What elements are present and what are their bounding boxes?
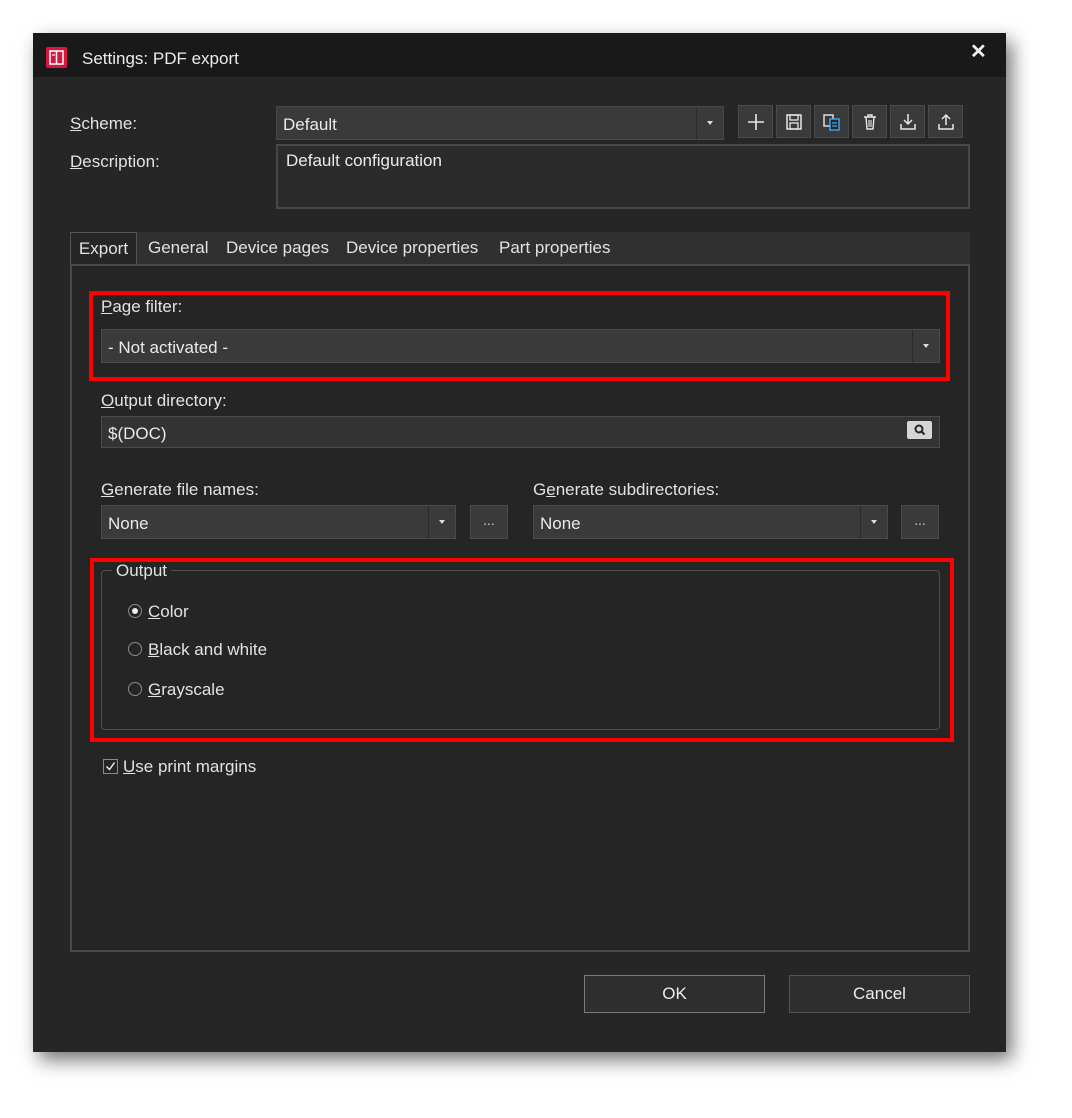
use-print-margins-checkbox[interactable] <box>103 759 118 774</box>
generate-file-names-label: Generate file names: <box>101 480 259 499</box>
scheme-dropdown[interactable]: Default <box>276 106 724 140</box>
delete-scheme-button[interactable] <box>852 105 887 138</box>
black-and-white-radio[interactable] <box>128 642 142 656</box>
ok-button[interactable]: OK <box>584 975 765 1013</box>
output-directory-value: $(DOC) <box>108 424 167 443</box>
tab-general[interactable]: General <box>148 232 208 264</box>
page-filter-value: - Not activated - <box>108 338 228 357</box>
app-icon <box>46 47 67 68</box>
scheme-value: Default <box>283 115 337 134</box>
black-and-white-radio-label[interactable]: Black and white <box>148 640 267 660</box>
scheme-label: Scheme: <box>70 114 138 133</box>
subdirectories-more-button[interactable]: ... <box>901 505 939 539</box>
chevron-down-icon <box>696 107 723 139</box>
page-filter-dropdown[interactable]: - Not activated - <box>101 329 940 363</box>
tab-export[interactable]: Export <box>70 232 137 264</box>
cancel-button[interactable]: Cancel <box>789 975 970 1013</box>
delete-icon <box>864 114 876 130</box>
generate-subdirectories-label: Generate subdirectories: <box>533 480 720 499</box>
generate-subdirectories-value: None <box>540 514 581 533</box>
color-radio-label[interactable]: Color <box>148 602 189 622</box>
chevron-down-icon <box>860 506 887 538</box>
generate-file-names-dropdown[interactable]: None <box>101 505 456 539</box>
chevron-down-icon <box>912 330 939 362</box>
description-value: Default configuration <box>286 151 442 170</box>
color-radio[interactable] <box>128 604 142 618</box>
close-button[interactable]: ✕ <box>970 39 987 64</box>
add-icon <box>748 114 764 130</box>
checkmark-icon <box>105 762 116 771</box>
import-icon <box>900 114 916 130</box>
settings-dialog: Settings: PDF export ✕ Scheme: Default D… <box>33 33 1006 1052</box>
grayscale-radio[interactable] <box>128 682 142 696</box>
search-icon <box>914 424 926 436</box>
tab-part-properties[interactable]: Part properties <box>499 232 611 264</box>
description-label: Description: <box>70 152 160 171</box>
title-bar: Settings: PDF export ✕ <box>33 33 1006 77</box>
browse-directory-button[interactable] <box>907 421 932 439</box>
chevron-down-icon <box>428 506 455 538</box>
page-filter-label: Page filter: <box>101 297 183 316</box>
add-scheme-button[interactable] <box>738 105 773 138</box>
copy-scheme-button[interactable] <box>814 105 849 138</box>
tab-strip: Export General Device pages Device prope… <box>70 232 970 264</box>
grayscale-radio-label[interactable]: Grayscale <box>148 680 225 700</box>
save-icon <box>786 114 802 130</box>
description-field[interactable]: Default configuration <box>276 144 970 209</box>
import-scheme-button[interactable] <box>890 105 925 138</box>
export-scheme-button[interactable] <box>928 105 963 138</box>
window-title: Settings: PDF export <box>82 49 239 68</box>
output-group-title: Output <box>112 561 172 581</box>
use-print-margins-label[interactable]: Use print margins <box>123 757 256 777</box>
save-scheme-button[interactable] <box>776 105 811 138</box>
export-icon <box>938 113 954 130</box>
generate-subdirectories-dropdown[interactable]: None <box>533 505 888 539</box>
tab-device-properties[interactable]: Device properties <box>346 232 478 264</box>
generate-file-names-value: None <box>108 514 149 533</box>
tab-device-pages[interactable]: Device pages <box>226 232 329 264</box>
output-directory-label: Output directory: <box>101 391 227 410</box>
copy-icon <box>823 114 840 131</box>
output-directory-field[interactable]: $(DOC) <box>101 416 940 448</box>
file-names-more-button[interactable]: ... <box>470 505 508 539</box>
